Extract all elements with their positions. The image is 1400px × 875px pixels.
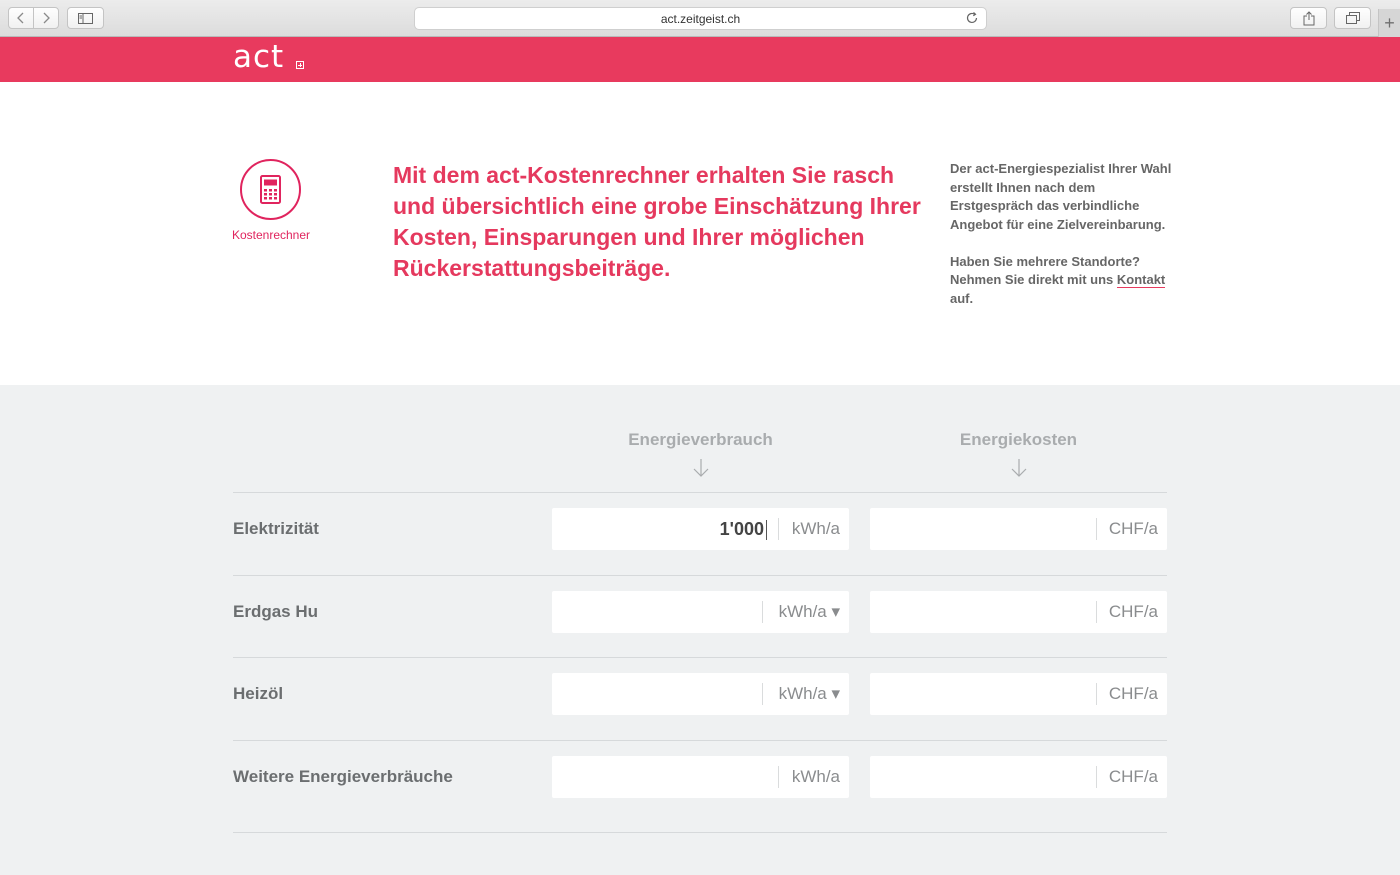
logo-swiss-cross-icon [296,61,304,69]
electricity-cost-unit: CHF/a [1108,519,1158,538]
row-label-other-energy: Weitere Energieverbräuche [233,767,453,786]
heating-oil-cost-unit: CHF/a [1108,684,1158,703]
field-separator [778,766,779,788]
side-info-text-end: auf. [950,290,974,306]
page-headline: Mit dem act-Kostenrechner erhalten Sie r… [393,162,921,281]
plus-icon: + [1384,12,1395,33]
site-logo[interactable]: act [233,39,284,75]
column-header-costs-label: Energiekosten [959,430,1078,449]
arrow-down-icon [1011,459,1026,477]
new-tab-button[interactable]: + [1378,9,1400,37]
divider [233,657,1167,658]
column-header-costs: Energiekosten [870,430,1167,478]
tabs-icon [1345,12,1360,24]
back-icon [17,12,24,24]
row-label-heating-oil: Heizöl [233,684,284,703]
field-separator [1096,766,1097,788]
natural-gas-cost-unit: CHF/a [1108,602,1158,621]
forward-button[interactable] [33,8,58,28]
natural-gas-consumption-input[interactable]: kWh/a ▾ [552,591,849,633]
row-label-natural-gas: Erdgas Hu [233,602,319,621]
share-button[interactable] [1290,7,1327,29]
electricity-cost-input[interactable]: CHF/a [870,508,1167,550]
heating-oil-unit-select[interactable]: kWh/a ▾ [779,684,840,704]
intro-section: Kostenrechner Mit dem act-Kostenrechner … [0,82,1400,385]
divider [233,575,1167,576]
field-separator [762,601,763,623]
side-info: Der act-Energiespezialist Ihrer Wahl ers… [950,160,1175,308]
electricity-consumption-value: 1'000 [720,519,767,541]
back-button[interactable] [9,8,33,28]
electricity-consumption-unit: kWh/a [791,519,840,538]
tabs-overview-button[interactable] [1334,7,1371,29]
column-header-consumption-label: Energieverbrauch [628,430,773,449]
column-header-consumption: Energieverbrauch [552,430,849,478]
site-header: act [0,37,1400,82]
contact-link[interactable]: Kontakt [1116,272,1166,288]
other-energy-cost-unit: CHF/a [1108,767,1158,786]
other-energy-consumption-input[interactable]: kWh/a [552,756,849,798]
side-info-paragraph-1: Der act-Energiespezialist Ihrer Wahl ers… [950,161,1172,232]
cost-calculator: Energieverbrauch Energiekosten Elektrizi… [0,385,1400,875]
calculator-icon [240,159,301,220]
side-info-text: Haben Sie mehrere Standorte? Nehmen Sie … [950,253,1140,288]
heating-oil-cost-input[interactable]: CHF/a [870,673,1167,715]
arrow-down-icon [693,459,708,477]
text-caret [766,520,767,541]
heating-oil-consumption-input[interactable]: kWh/a ▾ [552,673,849,715]
sidebar-icon [78,12,93,24]
share-icon [1303,10,1314,25]
divider [233,740,1167,741]
nav-buttons [8,7,59,29]
url-text: act.zeitgeist.ch [660,11,741,26]
row-label-electricity: Elektrizität [233,519,319,538]
address-bar[interactable]: act.zeitgeist.ch [414,7,987,30]
divider [233,832,1167,833]
field-separator [762,683,763,705]
field-separator [1096,683,1097,705]
divider [233,492,1167,493]
other-energy-cost-input[interactable]: CHF/a [870,756,1167,798]
natural-gas-cost-input[interactable]: CHF/a [870,591,1167,633]
calculator-label: Kostenrechner [231,228,311,242]
field-separator [1096,601,1097,623]
side-info-paragraph-2: Haben Sie mehrere Standorte? Nehmen Sie … [950,253,1175,309]
natural-gas-unit-select[interactable]: kWh/a ▾ [779,602,840,622]
sidebar-button[interactable] [67,7,104,29]
field-separator [778,518,779,540]
electricity-consumption-input[interactable]: 1'000 kWh/a [552,508,849,550]
field-separator [1096,518,1097,540]
forward-icon [43,12,50,24]
reload-icon[interactable] [965,11,979,25]
other-energy-consumption-unit: kWh/a [791,767,840,786]
browser-toolbar: act.zeitgeist.ch + [0,0,1400,37]
